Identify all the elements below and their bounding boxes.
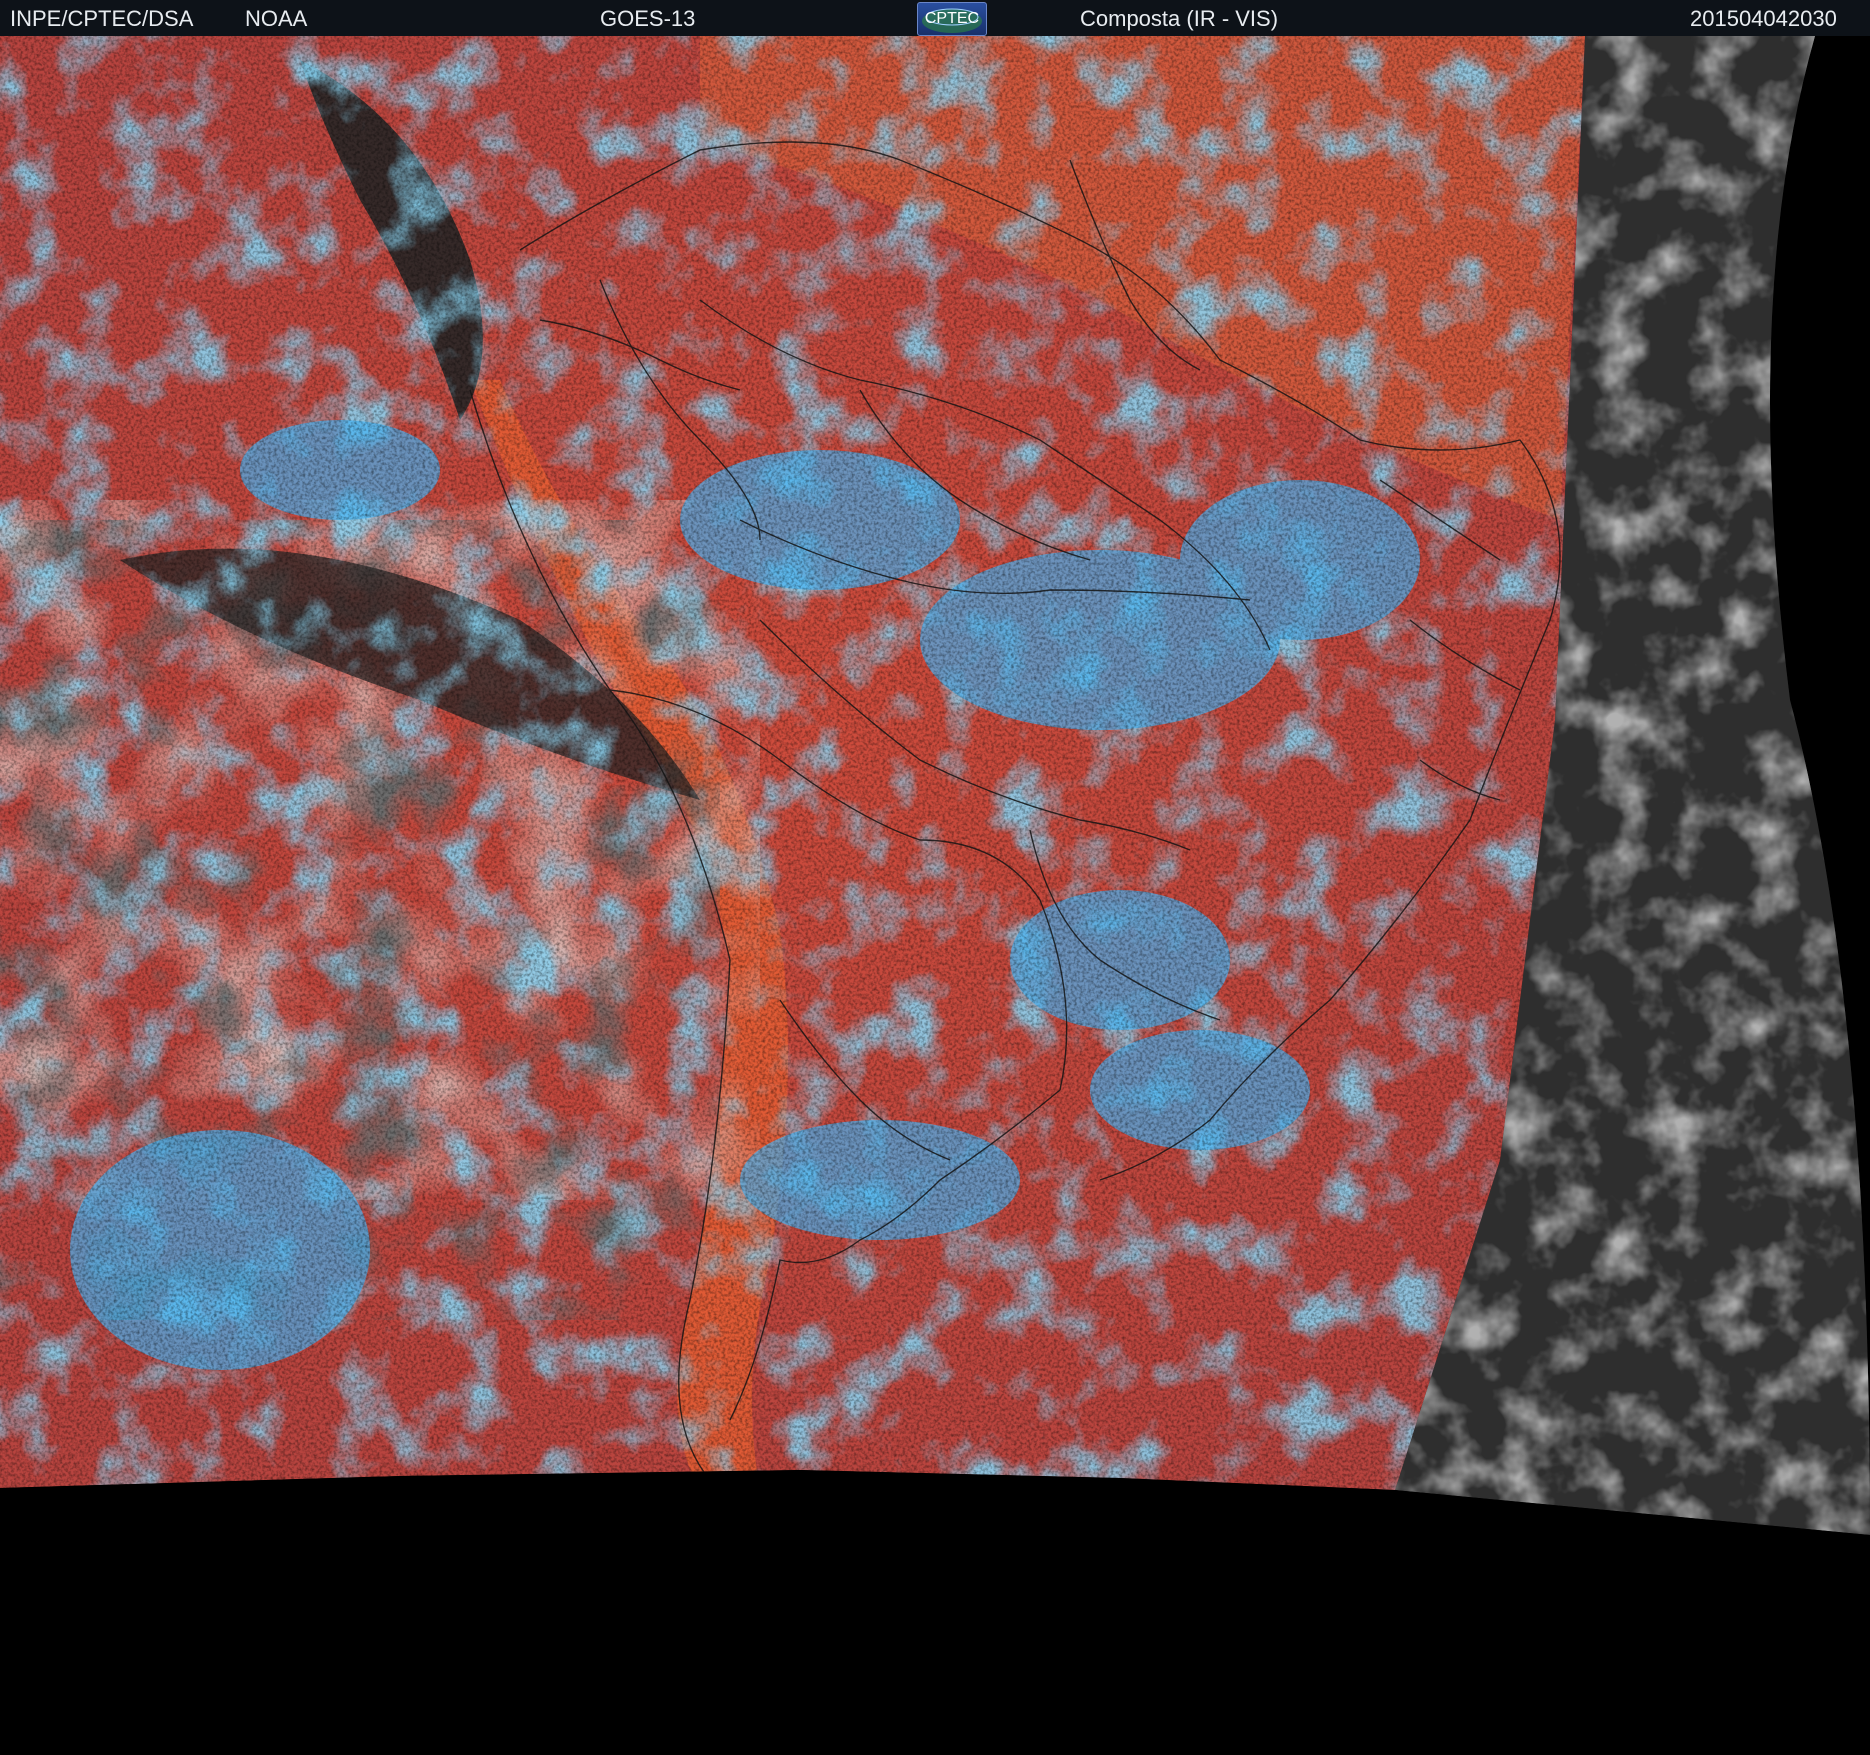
- satellite-label: GOES-13: [600, 6, 696, 31]
- satellite-composite-image: [0, 36, 1870, 1750]
- agency-label: NOAA: [245, 6, 308, 31]
- product-label: Composta (IR - VIS): [1080, 6, 1279, 31]
- satellite-image: [0, 36, 1870, 1750]
- cptec-logo: CPTEC: [917, 2, 987, 36]
- logo-text: CPTEC: [925, 10, 979, 27]
- header-bar: INPE/CPTEC/DSA NOAA GOES-13 CPTEC Compos…: [0, 0, 1870, 36]
- timestamp-label: 201504042030: [1690, 6, 1837, 31]
- institution-label: INPE/CPTEC/DSA: [10, 6, 194, 31]
